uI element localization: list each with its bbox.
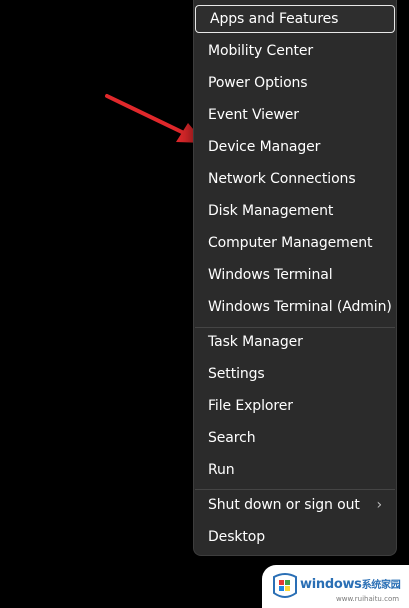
menu-item-run[interactable]: Run bbox=[194, 456, 396, 484]
screen: Apps and Features Mobility Center Power Op… bbox=[0, 0, 409, 608]
menu-item-label: File Explorer bbox=[208, 398, 293, 414]
menu-item-computer[interactable]: Computer Management bbox=[194, 229, 396, 257]
menu-item-desktop[interactable]: Desktop bbox=[194, 523, 396, 551]
menu-item-label: Event Viewer bbox=[208, 107, 299, 123]
watermark-brand: windows系统家园 bbox=[300, 577, 401, 592]
menu-item-explorer[interactable]: File Explorer bbox=[194, 392, 396, 420]
menu-item-label: Settings bbox=[208, 366, 265, 382]
menu-item-terminal-admin[interactable]: Windows Terminal (Admin) bbox=[194, 293, 396, 321]
menu-item-label: Task Manager bbox=[208, 334, 303, 350]
menu-item-power[interactable]: Power Options bbox=[194, 69, 396, 97]
watermark-url: www.ruihaitu.com bbox=[336, 595, 400, 603]
menu-item-label: Network Connections bbox=[208, 171, 356, 187]
menu-item-event[interactable]: Event Viewer bbox=[194, 101, 396, 129]
menu-item-network[interactable]: Network Connections bbox=[194, 165, 396, 193]
menu-item-label: Computer Management bbox=[208, 235, 373, 251]
menu-item-mobility[interactable]: Mobility Center bbox=[194, 37, 396, 65]
menu-separator bbox=[195, 489, 395, 490]
menu-item-label: Shut down or sign out bbox=[208, 497, 360, 513]
menu-item-label: Apps and Features bbox=[210, 11, 339, 27]
menu-item-label: Device Manager bbox=[208, 139, 321, 155]
menu-item-label: Mobility Center bbox=[208, 43, 314, 59]
menu-item-label: Disk Management bbox=[208, 203, 334, 219]
menu-item-settings[interactable]: Settings bbox=[194, 360, 396, 388]
watermark-logo: windows系统家园 www.ruihaitu.com bbox=[262, 565, 409, 608]
quick-link-menu: Apps and Features Mobility Center Power Op… bbox=[193, 0, 397, 556]
chevron-right-icon: › bbox=[376, 497, 383, 513]
menu-item-shutdown[interactable]: Shut down or sign out › bbox=[194, 491, 396, 519]
menu-item-search[interactable]: Search bbox=[194, 424, 396, 452]
menu-item-label: Search bbox=[208, 430, 256, 446]
menu-item-label: Windows Terminal (Admin) bbox=[208, 299, 392, 315]
menu-item-terminal[interactable]: Windows Terminal bbox=[194, 261, 396, 289]
menu-item-device[interactable]: Device Manager bbox=[194, 133, 396, 161]
menu-item-label: Windows Terminal bbox=[208, 267, 333, 283]
menu-item-label: Run bbox=[208, 462, 235, 478]
menu-item-label: Power Options bbox=[208, 75, 308, 91]
windows-logo-icon bbox=[273, 573, 297, 598]
menu-item-task[interactable]: Task Manager bbox=[194, 328, 396, 356]
menu-item-apps[interactable]: Apps and Features bbox=[195, 5, 395, 33]
menu-item-disk[interactable]: Disk Management bbox=[194, 197, 396, 225]
menu-item-label: Desktop bbox=[208, 529, 266, 545]
